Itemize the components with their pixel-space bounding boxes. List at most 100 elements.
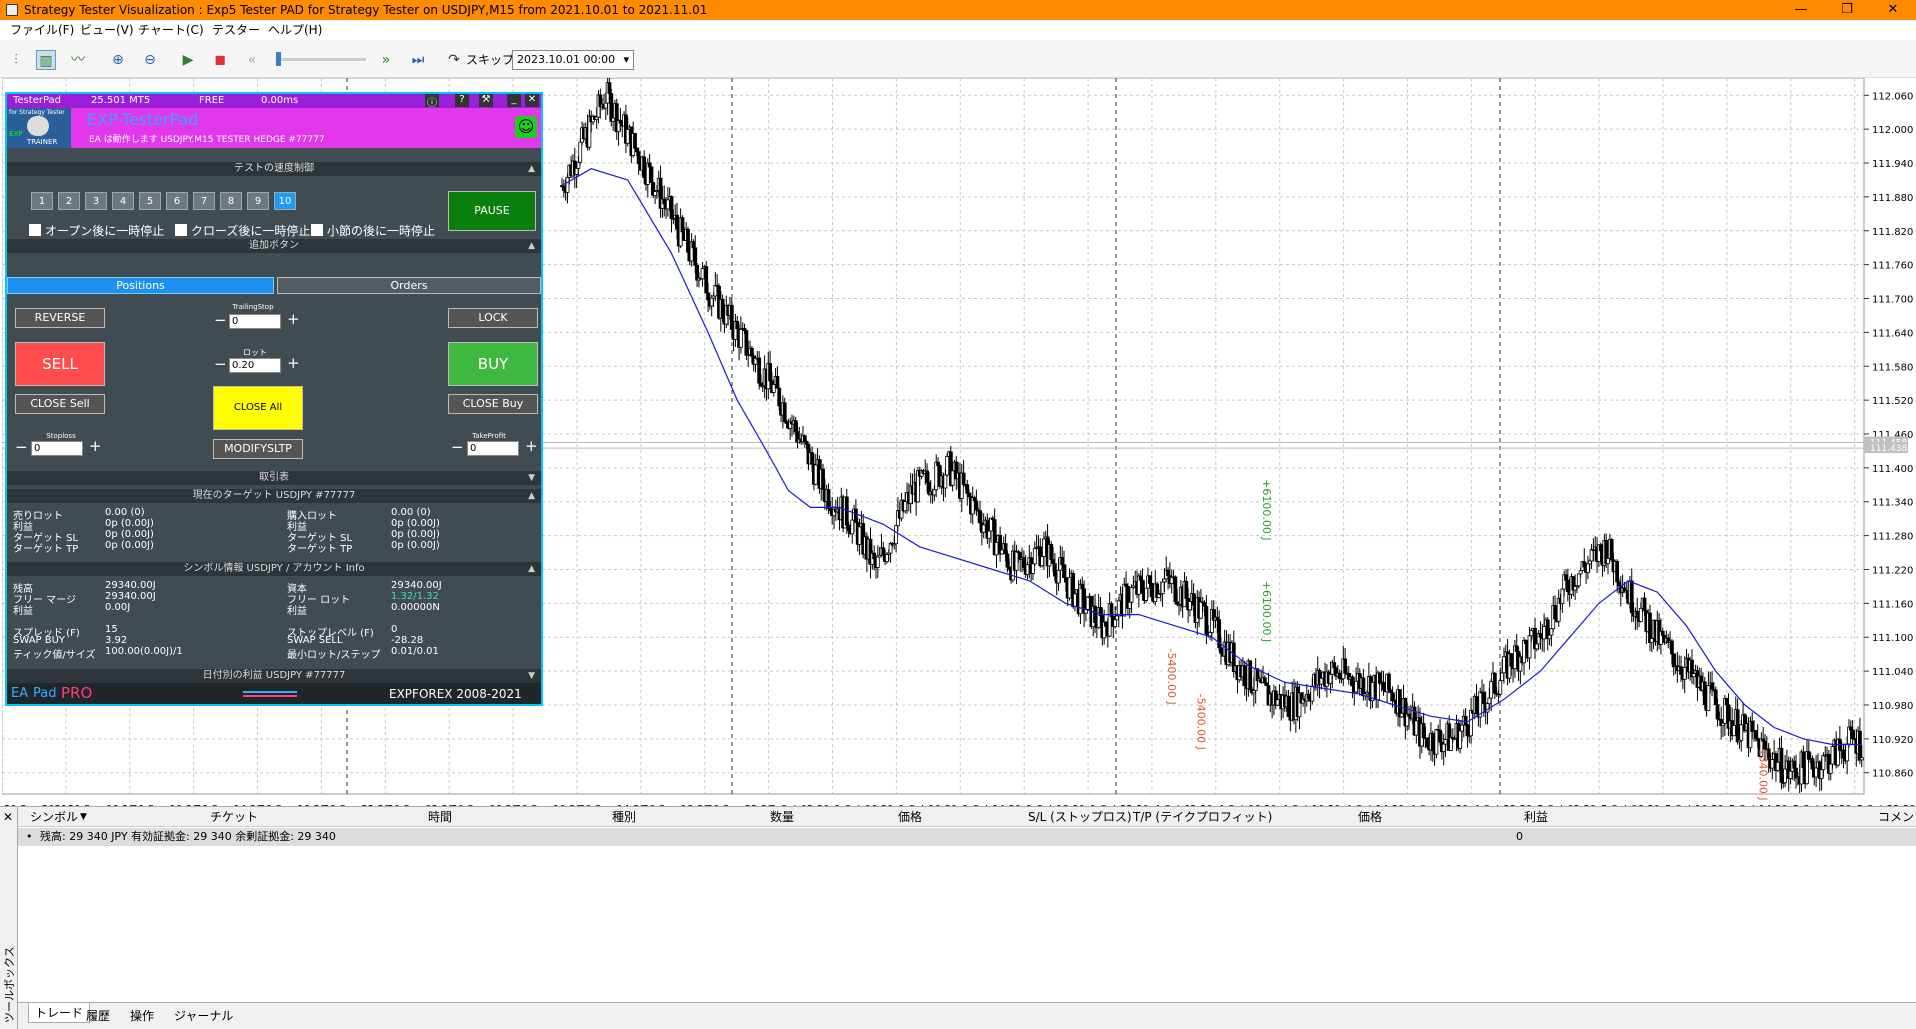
takeprofit-input[interactable]: 0 xyxy=(467,441,519,456)
info-icon[interactable]: ⓘ xyxy=(425,94,439,109)
speed-button-6[interactable]: 6 xyxy=(166,192,188,210)
zoom-in-icon[interactable]: ⊕ xyxy=(108,50,128,70)
tools-icon[interactable]: ⚒ xyxy=(479,94,493,107)
modify-sltp-button[interactable]: MODIFYSLTP xyxy=(213,439,303,459)
menu-help[interactable]: ヘルプ(H) xyxy=(268,20,322,40)
column-header-8[interactable]: 価格 xyxy=(1358,807,1382,827)
step-icon[interactable]: ⏭ xyxy=(408,50,428,70)
tester-pad-logo: for Strategy Tester EXP TRAINER xyxy=(7,108,71,148)
balance-bullet-icon: • xyxy=(26,830,33,843)
speed-slider-thumb[interactable] xyxy=(276,52,281,66)
daily-section-header[interactable]: 日付別の利益 USDJPY #77777 ▼ xyxy=(7,669,541,683)
column-header-5[interactable]: 価格 xyxy=(898,807,922,827)
column-header-9[interactable]: 利益 xyxy=(1524,807,1548,827)
column-header-6[interactable]: S/L (ストップロス) xyxy=(1028,807,1132,827)
sort-dropdown-icon[interactable]: ▼ xyxy=(80,807,87,827)
menu-tester[interactable]: テスター xyxy=(212,20,260,40)
close-terminal-icon[interactable]: ✕ xyxy=(3,810,13,824)
play-icon[interactable]: ▶ xyxy=(178,50,198,70)
reverse-button[interactable]: REVERSE xyxy=(15,308,105,328)
column-header-1[interactable]: チケット xyxy=(210,807,258,827)
expand-icon[interactable]: ▼ xyxy=(528,669,535,683)
lock-button[interactable]: LOCK xyxy=(448,308,538,328)
expand-icon[interactable]: ▼ xyxy=(528,471,535,485)
speed-button-2[interactable]: 2 xyxy=(58,192,80,210)
trades-section-header[interactable]: 取引表 ▼ xyxy=(7,471,541,485)
candle-body xyxy=(1350,676,1355,687)
calendar-dropdown-icon[interactable]: ▾ xyxy=(623,51,629,69)
checkbox-pause-close[interactable] xyxy=(175,224,187,236)
column-header-4[interactable]: 数量 xyxy=(770,807,794,827)
stop-icon[interactable]: ◼ xyxy=(210,50,230,70)
menu-file[interactable]: ファイル(F) xyxy=(10,20,74,40)
minus-sl-button[interactable]: − xyxy=(15,440,28,455)
pause-button[interactable]: PAUSE xyxy=(448,191,536,231)
candle-body xyxy=(972,497,977,502)
close-buy-button[interactable]: CLOSE Buy xyxy=(448,394,538,414)
menu-chart[interactable]: チャート(C) xyxy=(138,20,204,40)
rewind-icon[interactable]: « xyxy=(242,50,262,70)
line-chart-icon[interactable]: 〰 xyxy=(68,50,88,70)
fast-forward-icon[interactable]: » xyxy=(376,50,396,70)
speed-section-header[interactable]: テストの速度制御 ▲ xyxy=(7,162,541,176)
candle-body xyxy=(1188,601,1192,611)
minus-lot-button[interactable]: − xyxy=(214,357,227,372)
symbol-section-header[interactable]: シンボル情報 USDJPY / アカウント Info ▲ xyxy=(7,562,541,576)
help-icon[interactable]: ? xyxy=(455,94,469,107)
column-header-0[interactable]: シンボル xyxy=(30,807,78,827)
speed-button-9[interactable]: 9 xyxy=(247,192,269,210)
collapse-icon[interactable]: ▲ xyxy=(528,239,535,253)
close-sell-button[interactable]: CLOSE Sell xyxy=(15,394,105,414)
speed-button-8[interactable]: 8 xyxy=(220,192,242,210)
collapse-icon[interactable]: ▲ xyxy=(528,562,535,576)
skip-label[interactable]: スキップ xyxy=(466,51,514,68)
speed-button-1[interactable]: 1 xyxy=(31,192,53,210)
menu-view[interactable]: ビュー(V) xyxy=(80,20,134,40)
close-all-button[interactable]: CLOSE All xyxy=(213,386,303,430)
column-header-3[interactable]: 種別 xyxy=(612,807,636,827)
collapse-icon[interactable]: ▲ xyxy=(528,162,535,176)
extra-section-header[interactable]: 追加ボタン ▲ xyxy=(7,239,541,253)
column-header-7[interactable]: T/P (テイクプロフィット) xyxy=(1133,807,1272,827)
speed-button-7[interactable]: 7 xyxy=(193,192,215,210)
collapse-icon[interactable]: ▲ xyxy=(528,489,535,503)
speed-button-3[interactable]: 3 xyxy=(85,192,107,210)
checkbox-pause-open[interactable] xyxy=(29,224,41,236)
date-picker[interactable]: 2023.10.01 00:00 ▾ xyxy=(512,50,634,70)
trailing-stop-input[interactable]: 0 xyxy=(229,314,281,329)
checkbox-pause-bar[interactable] xyxy=(311,224,323,236)
buy-button[interactable]: BUY xyxy=(448,342,538,386)
zoom-out-icon[interactable]: ⊖ xyxy=(140,50,160,70)
toolbox-side-tab[interactable]: ✕ ツールボックス xyxy=(0,807,18,1029)
tab-positions[interactable]: Positions xyxy=(7,277,274,294)
minus-trailing-button[interactable]: − xyxy=(214,313,227,328)
speed-slider[interactable] xyxy=(276,58,366,61)
plus-lot-button[interactable]: + xyxy=(287,356,300,371)
skip-icon[interactable]: ↷ xyxy=(444,50,464,70)
maximize-button[interactable]: ❐ xyxy=(1826,0,1868,20)
close-button[interactable]: ✕ xyxy=(1872,0,1914,20)
tab-orders[interactable]: Orders xyxy=(277,277,541,294)
target-section-header[interactable]: 現在のターゲット USDJPY #77777 ▲ xyxy=(7,489,541,503)
close-panel-button[interactable]: ✕ xyxy=(525,94,539,107)
speed-button-10[interactable]: 10 xyxy=(274,192,296,210)
tab-journal[interactable]: ジャーナル xyxy=(174,1007,233,1024)
minus-tp-button[interactable]: − xyxy=(451,440,464,455)
sell-button[interactable]: SELL xyxy=(15,342,105,386)
minimize-button[interactable]: — xyxy=(1780,0,1822,20)
plus-tp-button[interactable]: + xyxy=(525,439,538,454)
candlestick-icon[interactable]: ▥ xyxy=(36,50,56,70)
plus-sl-button[interactable]: + xyxy=(89,439,102,454)
bar-chart-icon[interactable]: ⫶ xyxy=(6,50,26,70)
candle-body xyxy=(903,501,908,512)
stoploss-input[interactable]: 0 xyxy=(31,441,83,456)
plus-trailing-button[interactable]: + xyxy=(287,312,300,327)
column-header-2[interactable]: 時間 xyxy=(428,807,452,827)
speed-button-4[interactable]: 4 xyxy=(112,192,134,210)
speed-button-5[interactable]: 5 xyxy=(139,192,161,210)
tab-history[interactable]: 履歴 xyxy=(86,1007,110,1024)
tab-trade[interactable]: トレード xyxy=(28,1003,91,1023)
lot-input[interactable]: 0.20 xyxy=(229,358,281,373)
tab-operations[interactable]: 操作 xyxy=(130,1007,154,1024)
minimize-panel-button[interactable]: _ xyxy=(507,94,521,107)
